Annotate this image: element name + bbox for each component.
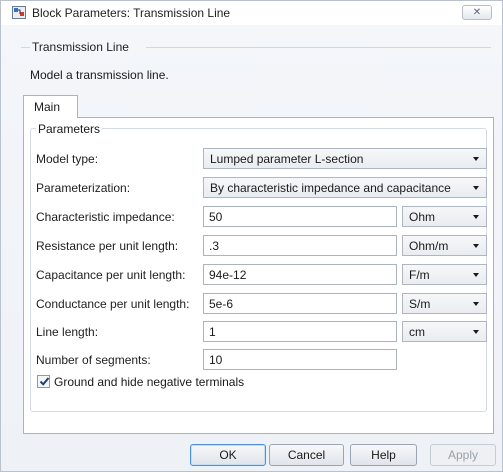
- model-type-dropdown[interactable]: Lumped parameter L-section: [203, 148, 487, 169]
- ground-checkbox[interactable]: [37, 375, 50, 388]
- characteristic-impedance-input[interactable]: [204, 207, 396, 226]
- dialog-window: Block Parameters: Transmission Line ✕ Tr…: [0, 0, 503, 472]
- dropdown-arrow-icon: [473, 186, 479, 190]
- ground-checkbox-label[interactable]: Ground and hide negative terminals: [54, 375, 244, 389]
- dropdown-arrow-icon: [473, 302, 479, 306]
- capacitance-input[interactable]: [204, 265, 396, 284]
- title-bar[interactable]: Block Parameters: Transmission Line ✕: [1, 1, 502, 25]
- conductance-unit: S/m: [409, 297, 431, 311]
- close-button[interactable]: ✕: [462, 5, 492, 20]
- dropdown-arrow-icon: [473, 157, 479, 161]
- line-length-unit-dropdown[interactable]: cm: [402, 321, 487, 342]
- model-type-value: Lumped parameter L-section: [210, 152, 364, 166]
- characteristic-impedance-field[interactable]: [203, 206, 397, 227]
- capacitance-unit-dropdown[interactable]: F/m: [402, 264, 487, 285]
- parameterization-label: Parameterization:: [36, 181, 131, 195]
- block-group-line-right: [146, 47, 491, 48]
- block-name-heading: Transmission Line: [32, 40, 129, 54]
- ok-button[interactable]: OK: [190, 444, 266, 466]
- capacitance-label: Capacitance per unit length:: [36, 268, 186, 282]
- tab-main[interactable]: Main: [23, 95, 78, 118]
- parameterization-value: By characteristic impedance and capacita…: [210, 181, 451, 195]
- conductance-label: Conductance per unit length:: [36, 297, 190, 311]
- resistance-label: Resistance per unit length:: [36, 239, 179, 253]
- simulink-app-icon: [12, 6, 26, 19]
- line-length-unit: cm: [409, 325, 425, 339]
- conductance-input[interactable]: [204, 294, 396, 313]
- window-title: Block Parameters: Transmission Line: [32, 6, 231, 20]
- checkmark-icon: [39, 377, 50, 386]
- apply-button[interactable]: Apply: [430, 444, 496, 466]
- characteristic-impedance-label: Characteristic impedance:: [36, 210, 175, 224]
- resistance-input[interactable]: [204, 236, 396, 255]
- conductance-field[interactable]: [203, 293, 397, 314]
- segments-input[interactable]: [204, 350, 396, 369]
- dropdown-arrow-icon: [473, 215, 479, 219]
- segments-field[interactable]: [203, 349, 397, 370]
- resistance-field[interactable]: [203, 235, 397, 256]
- model-type-label: Model type:: [36, 152, 99, 166]
- capacitance-unit: F/m: [409, 268, 430, 282]
- dropdown-arrow-icon: [473, 330, 479, 334]
- dropdown-arrow-icon: [473, 244, 479, 248]
- close-icon: ✕: [472, 7, 482, 18]
- block-description: Model a transmission line.: [30, 68, 169, 82]
- line-length-input[interactable]: [204, 322, 396, 341]
- segments-label: Number of segments:: [36, 353, 151, 367]
- cancel-button[interactable]: Cancel: [269, 444, 344, 466]
- parameterization-dropdown[interactable]: By characteristic impedance and capacita…: [203, 177, 487, 198]
- block-group-line-left: [21, 47, 30, 48]
- characteristic-impedance-unit-dropdown[interactable]: Ohm: [402, 206, 487, 227]
- resistance-unit: Ohm/m: [409, 239, 449, 253]
- tab-main-label: Main: [34, 100, 61, 114]
- help-button[interactable]: Help: [350, 444, 417, 466]
- line-length-label: Line length:: [36, 325, 99, 339]
- line-length-field[interactable]: [203, 321, 397, 342]
- characteristic-impedance-unit: Ohm: [409, 210, 436, 224]
- parameters-legend: Parameters: [36, 122, 103, 136]
- capacitance-field[interactable]: [203, 264, 397, 285]
- conductance-unit-dropdown[interactable]: S/m: [402, 293, 487, 314]
- dropdown-arrow-icon: [473, 273, 479, 277]
- resistance-unit-dropdown[interactable]: Ohm/m: [402, 235, 487, 256]
